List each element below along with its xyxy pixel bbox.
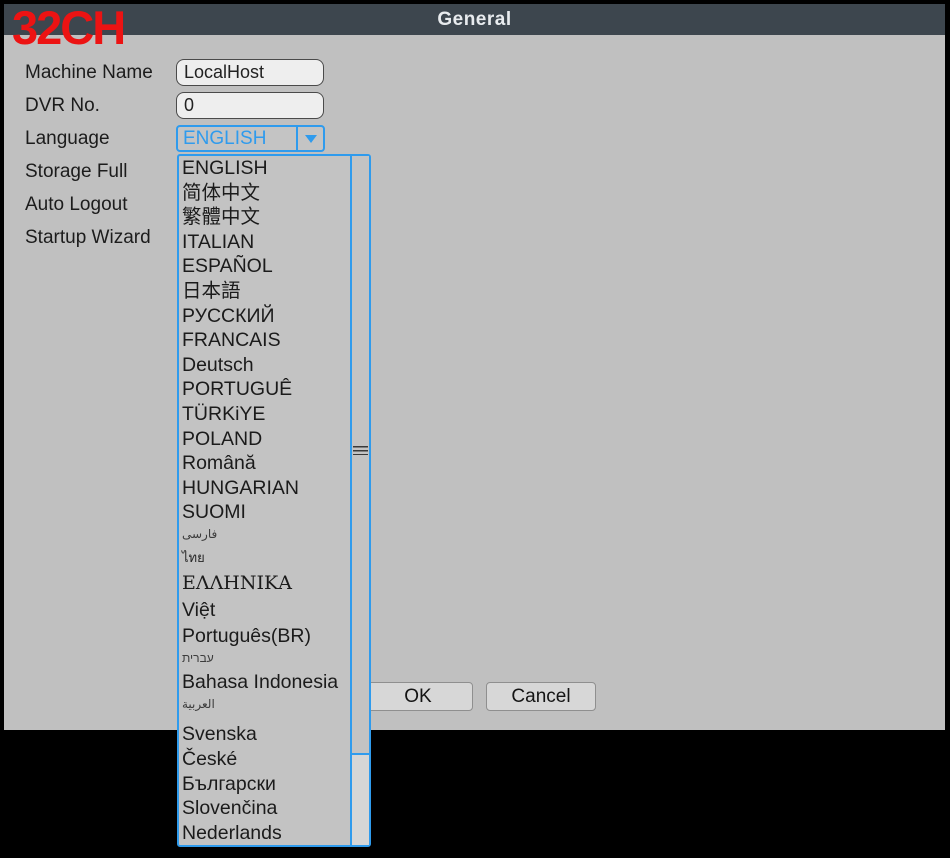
language-option[interactable]: TÜRKiYE — [182, 402, 350, 427]
language-option[interactable]: Svenska — [182, 721, 350, 747]
page-title: General — [437, 8, 512, 30]
scrollbar-grip-icon[interactable] — [353, 446, 368, 455]
language-option[interactable]: Việt — [182, 597, 350, 623]
language-option[interactable]: 日本語 — [182, 279, 350, 304]
language-option[interactable]: Bahasa Indonesia — [182, 669, 350, 695]
language-option[interactable]: 繁體中文 — [182, 205, 350, 230]
ok-button[interactable]: OK — [363, 682, 473, 711]
language-selected-value: ENGLISH — [183, 127, 267, 149]
language-option[interactable]: SUOMI — [182, 500, 350, 525]
general-panel — [4, 35, 945, 730]
language-option[interactable]: Português(BR) — [182, 623, 350, 649]
dialog-titlebar: General — [4, 4, 945, 35]
language-option[interactable]: Български — [182, 772, 350, 797]
language-option[interactable]: POLAND — [182, 427, 350, 452]
language-option[interactable]: РУССКИЙ — [182, 304, 350, 329]
language-option[interactable]: Slovenčina — [182, 796, 350, 821]
language-option[interactable]: Nederlands — [182, 821, 350, 845]
machine-name-label: Machine Name — [25, 62, 153, 83]
auto-logout-label: Auto Logout — [25, 194, 128, 215]
storage-full-label: Storage Full — [25, 161, 128, 182]
cancel-button[interactable]: Cancel — [486, 682, 596, 711]
language-option[interactable]: České — [182, 747, 350, 772]
language-option[interactable]: فارسی — [182, 525, 350, 545]
startup-wizard-label: Startup Wizard — [25, 227, 151, 248]
dropdown-arrow-button[interactable] — [296, 127, 323, 150]
dvr-no-label: DVR No. — [25, 95, 100, 116]
dvr-no-input[interactable] — [176, 92, 324, 119]
language-option[interactable]: ENGLISH — [182, 156, 350, 181]
scrollbar-track-lower[interactable] — [352, 753, 369, 845]
dvr-settings-screen: General 32CH Machine Name DVR No. Langua… — [0, 0, 950, 858]
scrollbar[interactable] — [350, 156, 369, 845]
chevron-down-icon — [304, 134, 317, 143]
language-option[interactable]: PORTUGUÊ — [182, 377, 350, 402]
channel-badge: 32CH — [12, 1, 126, 54]
language-option[interactable]: Română — [182, 451, 350, 476]
language-option[interactable]: Deutsch — [182, 353, 350, 378]
language-dropdown[interactable]: ENGLISH — [176, 125, 325, 152]
language-option[interactable]: العربية — [182, 695, 350, 715]
language-option[interactable]: עברית — [182, 649, 350, 669]
machine-name-input[interactable] — [176, 59, 324, 86]
language-option[interactable]: ไทย — [182, 545, 350, 570]
language-dropdown-list: ENGLISH 简体中文 繁體中文 ITALIAN ESPAÑOL 日本語 РУССКИЙ F… — [177, 154, 371, 847]
language-option[interactable]: FRANCAIS — [182, 328, 350, 353]
language-listbox: ENGLISH 简体中文 繁體中文 ITALIAN ESPAÑOL 日本語 РУССКИЙ F… — [179, 156, 350, 845]
language-option[interactable]: ESPAÑOL — [182, 254, 350, 279]
language-label: Language — [25, 128, 110, 149]
language-option[interactable]: ΕΛΛΗΝΙΚΑ — [182, 570, 350, 597]
language-option[interactable]: ITALIAN — [182, 230, 350, 255]
language-option[interactable]: 简体中文 — [182, 181, 350, 206]
language-option[interactable]: HUNGARIAN — [182, 476, 350, 501]
